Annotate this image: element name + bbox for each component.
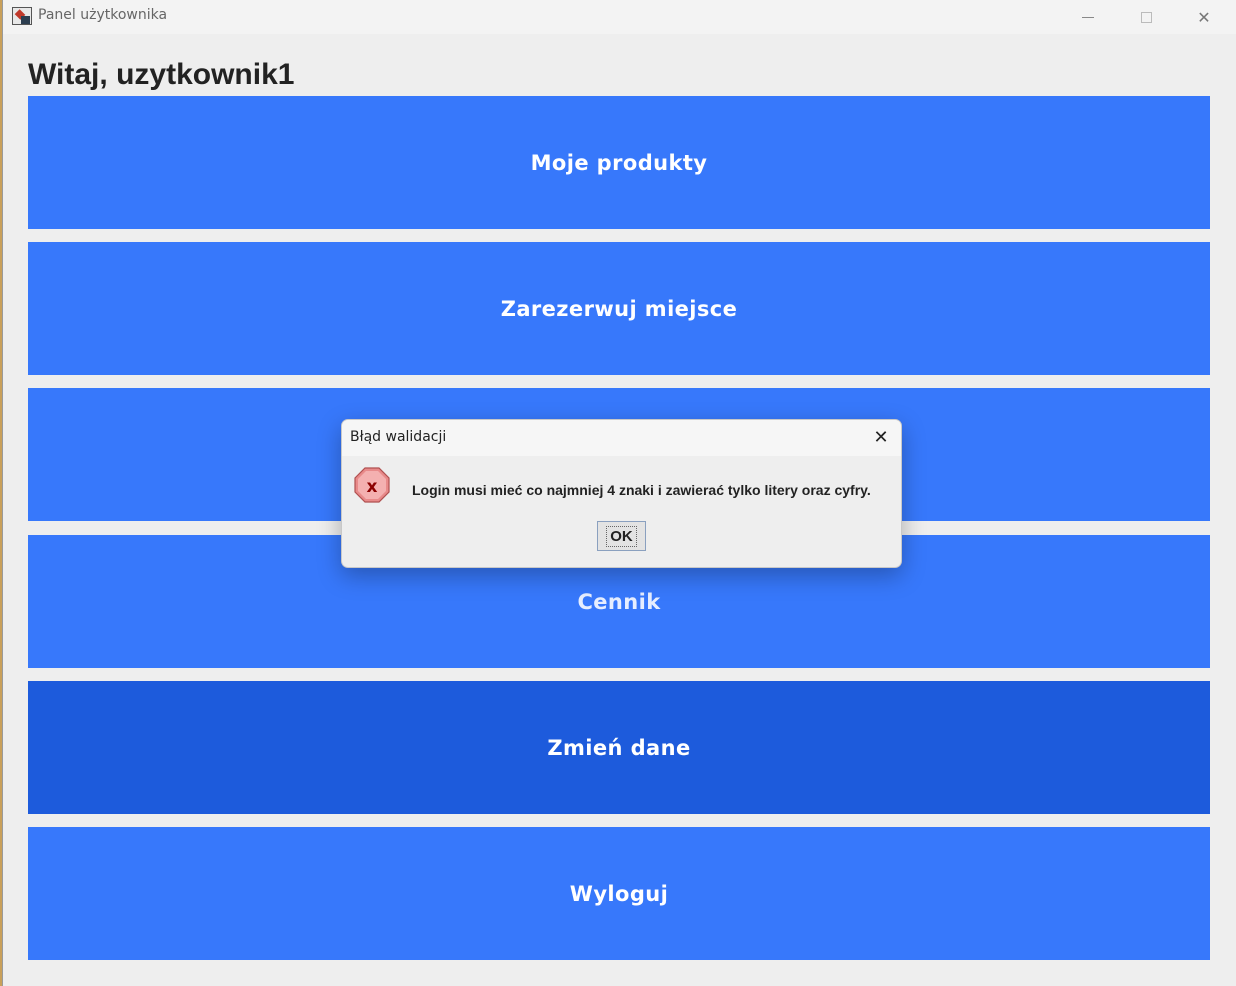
title-bar[interactable]: Panel użytkownika ✕ <box>3 0 1236 34</box>
button-label: Moje produkty <box>530 150 708 175</box>
dialog-title: Błąd walidacji <box>350 429 447 445</box>
validation-error-dialog: Błąd walidacji ✕ x Login musi mieć co na… <box>341 419 902 568</box>
greeting-heading: Witaj, uzytkownik1 <box>28 58 295 91</box>
change-data-button[interactable]: Zmień dane <box>28 681 1210 814</box>
dialog-title-bar[interactable]: Błąd walidacji ✕ <box>342 420 901 456</box>
close-icon: ✕ <box>1197 7 1211 27</box>
ok-button[interactable]: OK <box>597 521 646 551</box>
app-window: Panel użytkownika ✕ Witaj, uzytkownik1 M… <box>2 0 1236 986</box>
svg-text:x: x <box>367 477 378 497</box>
reserve-spot-button[interactable]: Zarezerwuj miejsce <box>28 242 1210 375</box>
app-icon <box>12 7 32 25</box>
button-label: Zmień dane <box>547 735 691 760</box>
minimize-button[interactable] <box>1059 0 1117 34</box>
logout-button[interactable]: Wyloguj <box>28 827 1210 960</box>
my-products-button[interactable]: Moje produkty <box>28 96 1210 229</box>
button-label: Wyloguj <box>569 881 669 906</box>
window-title: Panel użytkownika <box>38 7 168 23</box>
dialog-close-button[interactable]: ✕ <box>869 425 893 449</box>
button-label: Zarezerwuj miejsce <box>500 296 738 321</box>
error-icon: x <box>354 467 390 503</box>
minimize-icon <box>1082 16 1094 18</box>
close-icon: ✕ <box>873 426 889 448</box>
dialog-message: Login musi mieć co najmniej 4 znaki i za… <box>412 482 871 498</box>
close-button[interactable]: ✕ <box>1175 0 1233 34</box>
maximize-icon <box>1140 11 1152 23</box>
ok-label: OK <box>606 525 637 547</box>
button-label: Cennik <box>577 589 661 614</box>
maximize-button[interactable] <box>1117 0 1175 34</box>
